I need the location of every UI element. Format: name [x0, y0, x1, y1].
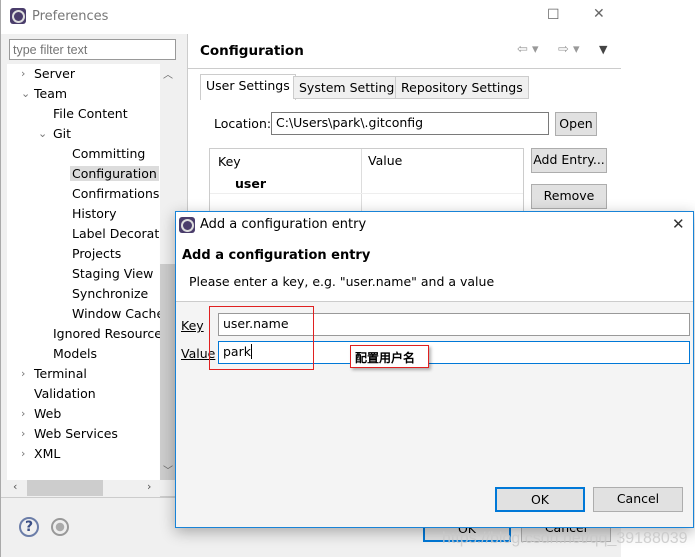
record-icon[interactable] — [51, 518, 69, 536]
tree-horizontal-scrollbar[interactable]: ‹ › — [7, 480, 175, 496]
scroll-right-icon[interactable]: › — [147, 480, 151, 493]
window-title: Preferences — [32, 9, 109, 24]
chevron-right-icon[interactable]: › — [21, 67, 25, 80]
table-row-user[interactable]: user — [235, 176, 266, 191]
dialog-cancel-button[interactable]: Cancel — [593, 487, 683, 512]
dialog-header: Add a configuration entry ✕ Add a config… — [176, 212, 693, 302]
watermark: https://blog.csdn.net/qq_39188039 — [442, 530, 688, 547]
preferences-tree: › Server ⌄ Team File Content ⌄ Git Committing Co… — [7, 64, 175, 480]
filter-input[interactable] — [9, 39, 176, 60]
hscroll-thumb[interactable] — [27, 480, 103, 496]
tree-item[interactable]: Models — [53, 346, 97, 361]
chevron-right-icon[interactable]: › — [21, 407, 25, 420]
tree-item[interactable]: Synchronize — [72, 286, 148, 301]
chevron-right-icon[interactable]: › — [21, 367, 25, 380]
tree-vertical-scrollbar[interactable]: ︿ ﹀ — [160, 64, 175, 524]
add-entry-button[interactable]: Add Entry... — [531, 148, 607, 173]
maximize-icon[interactable]: ☐ — [547, 7, 560, 23]
column-header-key[interactable]: Key — [218, 154, 241, 169]
chevron-down-icon[interactable]: ⌄ — [38, 127, 47, 140]
tree-item[interactable]: Staging View — [72, 266, 153, 281]
remove-button[interactable]: Remove — [531, 184, 607, 209]
dialog-title: Add a configuration entry — [200, 217, 367, 232]
title-bar: Preferences ☐ ✕ — [1, 0, 621, 34]
tree-item[interactable]: Projects — [72, 246, 121, 261]
tab-system-settings[interactable]: System Settings — [293, 76, 407, 99]
tree-item[interactable]: Server — [34, 66, 75, 81]
forward-icon[interactable]: ⇨ ▾ — [558, 42, 580, 57]
tree-item[interactable]: File Content — [53, 106, 128, 121]
config-table: Key Value user — [209, 148, 524, 219]
chevron-right-icon[interactable]: › — [21, 447, 25, 460]
add-config-entry-dialog: Add a configuration entry ✕ Add a config… — [175, 211, 694, 528]
dialog-message: Please enter a key, e.g. "user.name" and… — [189, 274, 495, 289]
location-field[interactable]: C:\Users\park\.gitconfig — [271, 112, 549, 135]
dialog-close-icon[interactable]: ✕ — [672, 215, 685, 233]
help-icon[interactable]: ? — [19, 517, 39, 537]
tree-item[interactable]: Web Services — [34, 426, 118, 441]
tab-repository-settings[interactable]: Repository Settings — [395, 76, 529, 99]
chevron-right-icon[interactable]: › — [21, 427, 25, 440]
tree-item[interactable]: Label Decoratio — [72, 226, 170, 241]
tree-item[interactable]: Configuration — [70, 166, 159, 181]
dialog-ok-button[interactable]: OK — [495, 487, 585, 512]
annotation-callout: 配置用户名 — [350, 345, 429, 368]
tree-item[interactable]: Confirmations a — [72, 186, 171, 201]
open-button[interactable]: Open — [555, 112, 597, 136]
tree-item[interactable]: Team — [34, 86, 67, 101]
chevron-down-icon[interactable]: ⌄ — [21, 87, 30, 100]
back-icon[interactable]: ⇦ ▾ — [517, 42, 539, 57]
highlight-box — [209, 306, 314, 370]
scroll-left-icon[interactable]: ‹ — [13, 480, 17, 493]
location-label: Location: — [214, 116, 272, 131]
menu-icon[interactable]: ▼ — [599, 43, 607, 56]
eclipse-icon — [10, 8, 26, 24]
eclipse-icon — [179, 217, 195, 233]
tree-item[interactable]: Web — [34, 406, 61, 421]
scroll-down-icon[interactable]: ﹀ — [163, 462, 173, 477]
column-header-value[interactable]: Value — [368, 153, 402, 168]
dialog-heading: Add a configuration entry — [182, 248, 371, 263]
tree-item[interactable]: Committing — [72, 146, 145, 161]
page-title: Configuration — [200, 43, 304, 59]
tab-user-settings[interactable]: User Settings — [200, 74, 296, 100]
key-label: Key — [181, 318, 204, 333]
scroll-up-icon[interactable]: ︿ — [163, 66, 173, 81]
tree-item[interactable]: Ignored Resource — [53, 326, 162, 341]
tree-item[interactable]: History — [72, 206, 116, 221]
close-icon[interactable]: ✕ — [593, 6, 605, 22]
tree-item[interactable]: Terminal — [34, 366, 87, 381]
tree-item[interactable]: Validation — [34, 386, 96, 401]
tree-item[interactable]: Window Cache — [72, 306, 164, 321]
tree-item[interactable]: XML — [34, 446, 60, 461]
tree-item[interactable]: Git — [53, 126, 71, 141]
